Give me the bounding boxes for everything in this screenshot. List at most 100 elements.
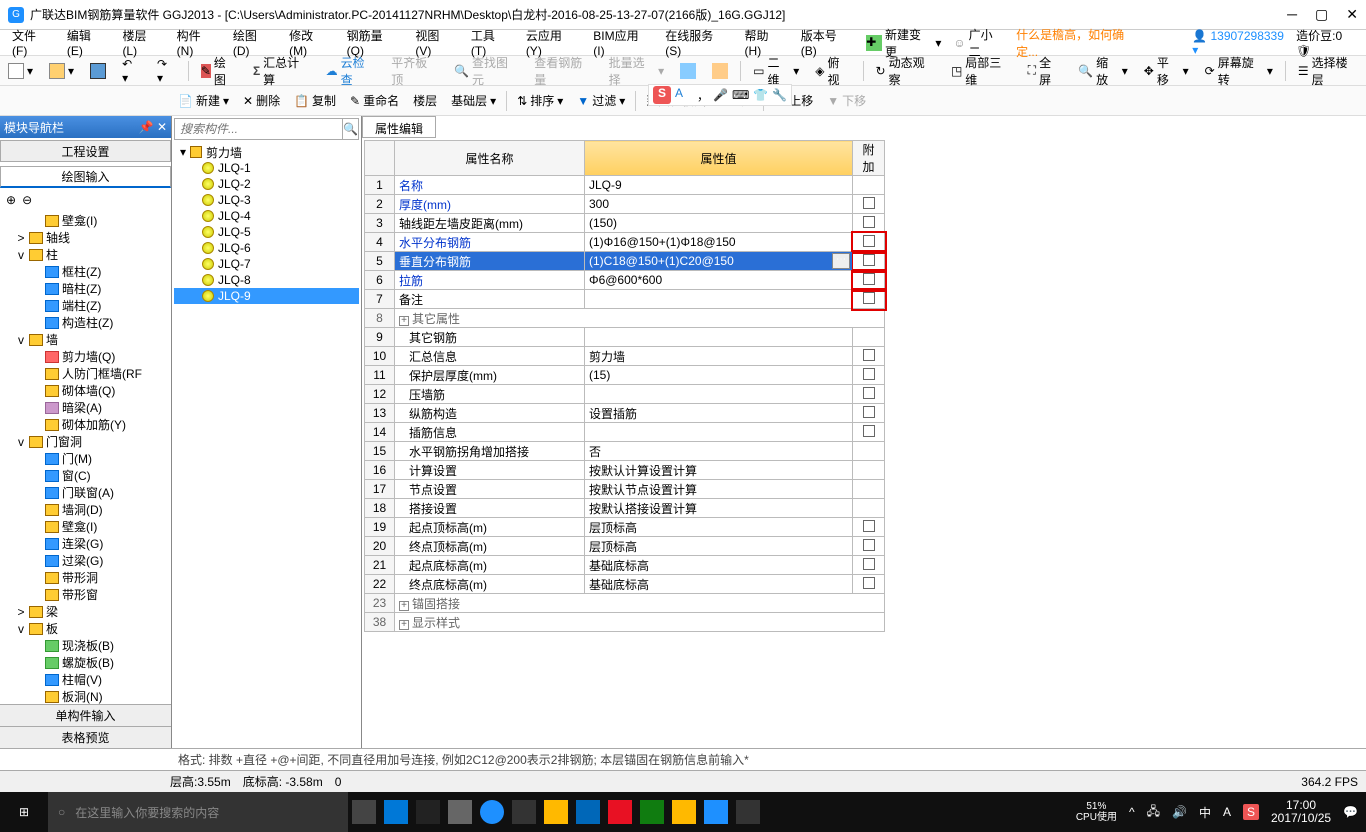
- select-floor-button[interactable]: ☰ 选择楼层: [1294, 52, 1362, 90]
- ime-comma-icon[interactable]: ，: [697, 87, 709, 104]
- windows-taskbar[interactable]: ⊞ ○ 在这里输入你要搜索的内容 51% CPU使用 ^ 🖧 🔊 中 A S 1…: [0, 792, 1366, 832]
- floor-select[interactable]: 楼层: [409, 90, 441, 111]
- menu-online[interactable]: 在线服务(S): [659, 25, 734, 60]
- nav-item[interactable]: 暗柱(Z): [2, 280, 169, 297]
- undo-button[interactable]: ↶ ▾: [118, 55, 145, 87]
- pin-icon[interactable]: 📌: [139, 120, 154, 134]
- taskbar-search[interactable]: ○ 在这里输入你要搜索的内容: [48, 792, 348, 832]
- list-item[interactable]: JLQ-4: [174, 208, 359, 224]
- list-item[interactable]: JLQ-9: [174, 288, 359, 304]
- rename-button[interactable]: ✎ 重命名: [346, 90, 403, 111]
- table-row[interactable]: 18 搭接设置按默认搭接设置计算: [365, 499, 885, 518]
- nav-item[interactable]: 砌体墙(Q): [2, 382, 169, 399]
- pan-button[interactable]: ✥ 平移 ▾: [1140, 52, 1193, 90]
- sort-button[interactable]: ⇅ 排序 ▾: [513, 90, 567, 111]
- nav-item[interactable]: >梁: [2, 603, 169, 620]
- edge-icon[interactable]: [480, 800, 504, 824]
- table-row[interactable]: 2厚度(mm)300: [365, 195, 885, 214]
- table-row[interactable]: 38+显示样式: [365, 613, 885, 632]
- nav-item[interactable]: 框柱(Z): [2, 263, 169, 280]
- nav-item[interactable]: 端柱(Z): [2, 297, 169, 314]
- ime-keyboard-icon[interactable]: ⌨: [732, 88, 749, 102]
- table-row[interactable]: 9 其它钢筋: [365, 328, 885, 347]
- ime-lang-icon[interactable]: 中: [1199, 804, 1211, 821]
- nav-item[interactable]: 带形窗: [2, 586, 169, 603]
- table-row[interactable]: 14 插筋信息: [365, 423, 885, 442]
- list-item[interactable]: JLQ-2: [174, 176, 359, 192]
- property-grid[interactable]: 属性名称属性值附加1名称JLQ-92厚度(mm)3003轴线距左墙皮距离(mm)…: [362, 138, 1366, 748]
- nav-item[interactable]: 窗(C): [2, 467, 169, 484]
- list-item[interactable]: JLQ-1: [174, 160, 359, 176]
- tray-up-icon[interactable]: ^: [1129, 805, 1135, 819]
- view-rebar-button[interactable]: 查看钢筋量: [530, 52, 596, 90]
- app-icon-1[interactable]: [384, 800, 408, 824]
- store-icon[interactable]: [512, 800, 536, 824]
- sum-calc-button[interactable]: Σ汇总计算: [249, 52, 314, 90]
- component-list[interactable]: ▾ 剪力墙JLQ-1JLQ-2JLQ-3JLQ-4JLQ-5JLQ-6JLQ-7…: [172, 142, 361, 748]
- nav-item[interactable]: 暗梁(A): [2, 399, 169, 416]
- minimize-button[interactable]: ─: [1287, 6, 1297, 23]
- property-tab[interactable]: 属性编辑: [362, 116, 436, 138]
- table-row[interactable]: 7备注: [365, 290, 885, 309]
- system-tray[interactable]: 51% CPU使用 ^ 🖧 🔊 中 A S 17:00 2017/10/25 💬: [1076, 799, 1366, 825]
- nav-item[interactable]: 螺旋板(B): [2, 654, 169, 671]
- new-file-button[interactable]: ▾: [4, 61, 37, 81]
- list-item[interactable]: JLQ-5: [174, 224, 359, 240]
- table-row[interactable]: 12 压墙筋: [365, 385, 885, 404]
- ime-a-tray-icon[interactable]: A: [1223, 805, 1231, 819]
- table-row[interactable]: 8+其它属性: [365, 309, 885, 328]
- open-file-button[interactable]: ▾: [45, 61, 78, 81]
- table-row[interactable]: 11 保护层厚度(mm)(15): [365, 366, 885, 385]
- copy-button[interactable]: 📋 复制: [290, 90, 340, 111]
- table-row[interactable]: 16 计算设置按默认计算设置计算: [365, 461, 885, 480]
- app-icon-7[interactable]: [704, 800, 728, 824]
- folder-icon[interactable]: [544, 800, 568, 824]
- table-row[interactable]: 20 终点顶标高(m)层顶标高: [365, 537, 885, 556]
- table-row[interactable]: 4水平分布钢筋(1)Φ16@150+(1)Φ18@150: [365, 233, 885, 252]
- ime-toolbar[interactable]: S A ， 🎤 ⌨ 👕 🔧: [648, 84, 792, 106]
- fullscreen-button[interactable]: ⛶ 全屏: [1024, 52, 1066, 90]
- list-item[interactable]: JLQ-6: [174, 240, 359, 256]
- table-row[interactable]: 5垂直分布钢筋(1)C18@150+(1)C20@150⋯: [365, 252, 885, 271]
- task-view-icon[interactable]: [352, 800, 376, 824]
- list-item[interactable]: JLQ-3: [174, 192, 359, 208]
- app-icon-2[interactable]: [416, 800, 440, 824]
- nav-item[interactable]: 带形洞: [2, 569, 169, 586]
- nav-item[interactable]: 墙洞(D): [2, 501, 169, 518]
- ime-s-icon[interactable]: S: [653, 86, 671, 104]
- nav-item[interactable]: >轴线: [2, 229, 169, 246]
- top-view-button[interactable]: ◈ 俯视: [811, 52, 854, 90]
- align-top-button[interactable]: 平齐板顶: [387, 52, 442, 90]
- notifications-icon[interactable]: 💬: [1343, 805, 1358, 819]
- expand-icon[interactable]: ⊕: [6, 193, 16, 207]
- menu-file[interactable]: 文件(F): [6, 25, 57, 60]
- nav-item[interactable]: 砌体加筋(Y): [2, 416, 169, 433]
- list-item[interactable]: JLQ-7: [174, 256, 359, 272]
- table-row[interactable]: 22 终点底标高(m)基础底标高: [365, 575, 885, 594]
- app-icon-5[interactable]: [640, 800, 664, 824]
- ime-mic-icon[interactable]: 🎤: [713, 88, 728, 102]
- app-icon-6[interactable]: [672, 800, 696, 824]
- draw-button[interactable]: ✎绘图: [197, 52, 241, 90]
- rotate-screen-button[interactable]: ⟳ 屏幕旋转 ▾: [1201, 52, 1277, 90]
- nav-item[interactable]: 板洞(N): [2, 688, 169, 704]
- redo-button[interactable]: ↷ ▾: [153, 55, 180, 87]
- start-button[interactable]: ⊞: [0, 792, 48, 832]
- ime-shirt-icon[interactable]: 👕: [753, 88, 768, 102]
- tab-single-input[interactable]: 单构件输入: [0, 704, 171, 726]
- nav-item[interactable]: 剪力墙(Q): [2, 348, 169, 365]
- nav-tree[interactable]: 壁龛(I)>轴线v柱框柱(Z)暗柱(Z)端柱(Z)构造柱(Z)v墙剪力墙(Q)人…: [0, 210, 171, 704]
- nav-item[interactable]: 壁龛(I): [2, 212, 169, 229]
- nav-item[interactable]: 人防门框墙(RF: [2, 365, 169, 382]
- ie-icon[interactable]: [576, 800, 600, 824]
- collapse-icon[interactable]: ⊖: [22, 193, 32, 207]
- maximize-button[interactable]: ▢: [1315, 6, 1328, 23]
- nav-item[interactable]: v门窗洞: [2, 433, 169, 450]
- nav-item[interactable]: v柱: [2, 246, 169, 263]
- find-element-button[interactable]: 🔍 查找图元: [450, 52, 522, 90]
- save-button[interactable]: [86, 61, 110, 81]
- ime-settings-icon[interactable]: 🔧: [772, 88, 787, 102]
- nav-item[interactable]: 现浇板(B): [2, 637, 169, 654]
- app-icon-3[interactable]: [448, 800, 472, 824]
- nav-item[interactable]: v墙: [2, 331, 169, 348]
